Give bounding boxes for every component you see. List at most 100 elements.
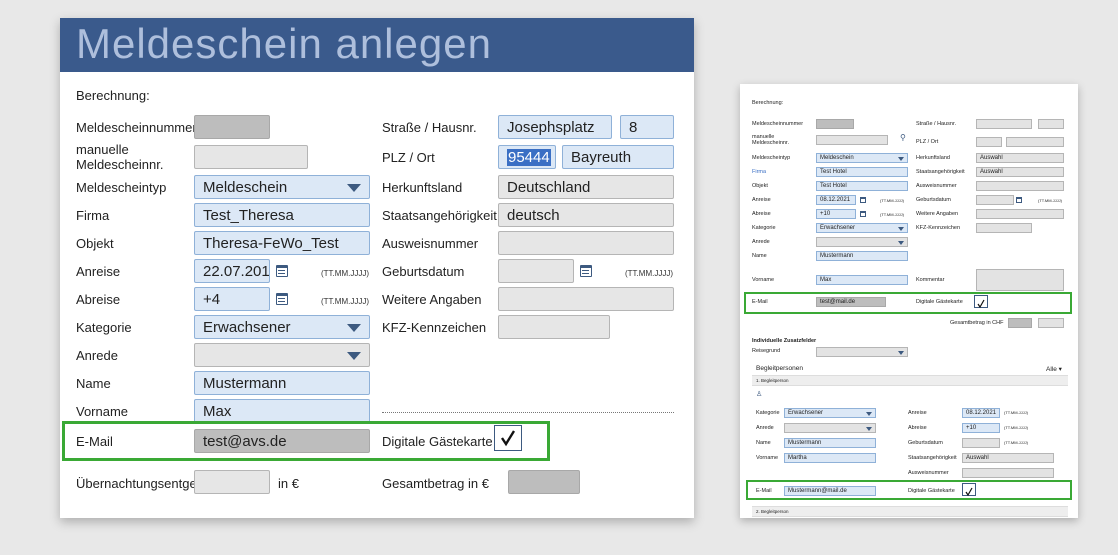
name-input[interactable]: Mustermann [816,251,908,261]
label-plz-ort: PLZ / Ort [382,150,435,165]
label-herkunftsland: Herkunftsland [382,180,463,195]
manuelle-meldescheinnr-input[interactable] [816,135,888,145]
weitere-angaben-input[interactable] [976,209,1064,219]
label-kommentar: Kommentar [916,277,945,283]
b-name-input[interactable]: Mustermann [784,438,876,448]
anreise-input[interactable]: 22.07.2019 [194,259,270,283]
plz-input[interactable]: 95444 [498,145,556,169]
weitere-angaben-input[interactable] [498,287,674,311]
b-staatsangehoerigkeit-select[interactable]: Auswahl [962,453,1054,463]
b-geburtsdatum-input[interactable] [962,438,1000,448]
calendar-icon[interactable] [860,211,866,217]
label-reisegrund: Reisegrund [752,348,781,354]
herkunftsland-select[interactable]: Auswahl [976,153,1064,163]
page-title: Meldeschein anlegen [76,20,492,67]
label-abreise: Abreise [76,292,121,307]
vorname-input[interactable]: Max [816,275,908,285]
label-manuelle-2: Meldescheinnr. [76,157,164,172]
label-firma: Firma [752,169,767,175]
hausnr-input[interactable] [1038,119,1064,129]
b-vorname-input[interactable]: Martha [784,453,876,463]
staatsangehoerigkeit-select[interactable]: Auswahl [976,167,1064,177]
abreise-input[interactable]: +10 [816,209,856,219]
begleitperson-1-header[interactable]: 1. Begleitperson [752,375,1068,386]
strasse-input[interactable]: Josephsplatz [498,115,612,139]
reisegrund-select[interactable] [816,347,908,357]
objekt-input[interactable]: Test Hotel [816,181,908,191]
anreise-input[interactable]: 08.12.2021 [816,195,856,205]
label-objekt: Objekt [76,236,114,251]
label-geburtsdatum: Geburtsdatum [916,197,951,203]
label-kfz: KFZ-Kennzeichen [382,320,487,335]
label-b-ausweisnummer: Ausweisnummer [908,470,949,476]
anrede-select[interactable] [194,343,370,367]
kommentar-textarea[interactable] [976,269,1064,291]
ausweisnummer-input[interactable] [976,181,1064,191]
kfz-input[interactable] [976,223,1032,233]
staatsangehoerigkeit-input[interactable]: deutsch [498,203,674,227]
ort-input[interactable] [1006,137,1064,147]
b-anreise-input[interactable]: 08.12.2021 [962,408,1000,418]
herkunftsland-input[interactable]: Deutschland [498,175,674,199]
chevron-down-icon [898,227,904,231]
zusatzfelder-title: Individuelle Zusatzfelder [752,338,817,344]
label-staatsangehoerigkeit: Staatsangehörigkeit [382,208,497,223]
anrede-select[interactable] [816,237,908,247]
abreise-format-hint: (TT.MM.JJJJ) [321,297,369,306]
ort-input[interactable]: Bayreuth [562,145,674,169]
objekt-input[interactable]: Theresa-FeWo_Test [194,231,370,255]
label-b-geburtsdatum: Geburtsdatum [908,440,943,446]
label-gesamtbetrag: Gesamtbetrag in € [382,476,489,491]
label-plz-ort: PLZ / Ort [916,139,939,145]
calendar-icon[interactable] [580,265,592,277]
manuelle-meldescheinnr-input[interactable] [194,145,308,169]
kfz-input[interactable] [498,315,610,339]
calendar-icon[interactable] [1016,197,1022,203]
kategorie-select[interactable]: Erwachsener [816,223,908,233]
calendar-icon[interactable] [276,265,288,277]
b-ausweisnummer-input[interactable] [962,468,1054,478]
label-kategorie: Kategorie [76,320,132,335]
chevron-down-icon [347,324,361,332]
label-abreise: Abreise [752,211,771,217]
geburtsdatum-format-hint: (TT.MM.JJJJ) [1038,198,1062,203]
section-label: Berechnung: [76,88,150,103]
b-anrede-select[interactable] [784,423,876,433]
strasse-input[interactable] [976,119,1032,129]
label-kfz: KFZ-Kennzeichen [916,225,961,231]
chevron-down-icon [866,412,872,416]
meldescheintyp-select[interactable]: Meldeschein [816,153,908,163]
b-kategorie-select[interactable]: Erwachsener [784,408,876,418]
calendar-icon[interactable] [276,293,288,305]
firma-input[interactable]: Test_Theresa [194,203,370,227]
meldescheintyp-select[interactable]: Meldeschein [194,175,370,199]
meldescheinnummer-field [194,115,270,139]
vorname-input[interactable]: Max [194,399,370,423]
plz-input[interactable] [976,137,1002,147]
label-objekt: Objekt [752,183,768,189]
search-icon[interactable]: ⚲ [900,133,906,142]
chevron-down-icon [898,157,904,161]
b-abreise-input[interactable]: +10 [962,423,1000,433]
geburtsdatum-input[interactable] [498,259,574,283]
label-firma: Firma [76,208,110,223]
label-weitere-angaben: Weitere Angaben [916,211,959,217]
begleitpersonen-filter[interactable]: Alle ▾ [1046,365,1062,373]
kategorie-select[interactable]: Erwachsener [194,315,370,339]
abreise-format-hint: (TT.MM.JJJJ) [880,212,904,217]
label-vorname: Vorname [76,404,129,419]
label-meldescheintyp: Meldescheintyp [76,180,167,195]
geburtsdatum-input[interactable] [976,195,1014,205]
chevron-down-icon [898,241,904,245]
hausnr-input[interactable]: 8 [620,115,674,139]
ausweisnummer-input[interactable] [498,231,674,255]
person-icon[interactable]: ♙ [756,390,762,398]
begleitperson-2-header[interactable]: 2. Begleitperson [752,506,1068,517]
calendar-icon[interactable] [860,197,866,203]
abreise-input[interactable]: +4 [194,287,270,311]
label-meldescheintyp: Meldescheintyp [752,155,791,161]
uebernachtungsentgelt-input[interactable] [194,470,270,494]
b-anreise-format-hint: (TT.MM.JJJJ) [1004,410,1028,415]
name-input[interactable]: Mustermann [194,371,370,395]
firma-input[interactable]: Test Hotel [816,167,908,177]
